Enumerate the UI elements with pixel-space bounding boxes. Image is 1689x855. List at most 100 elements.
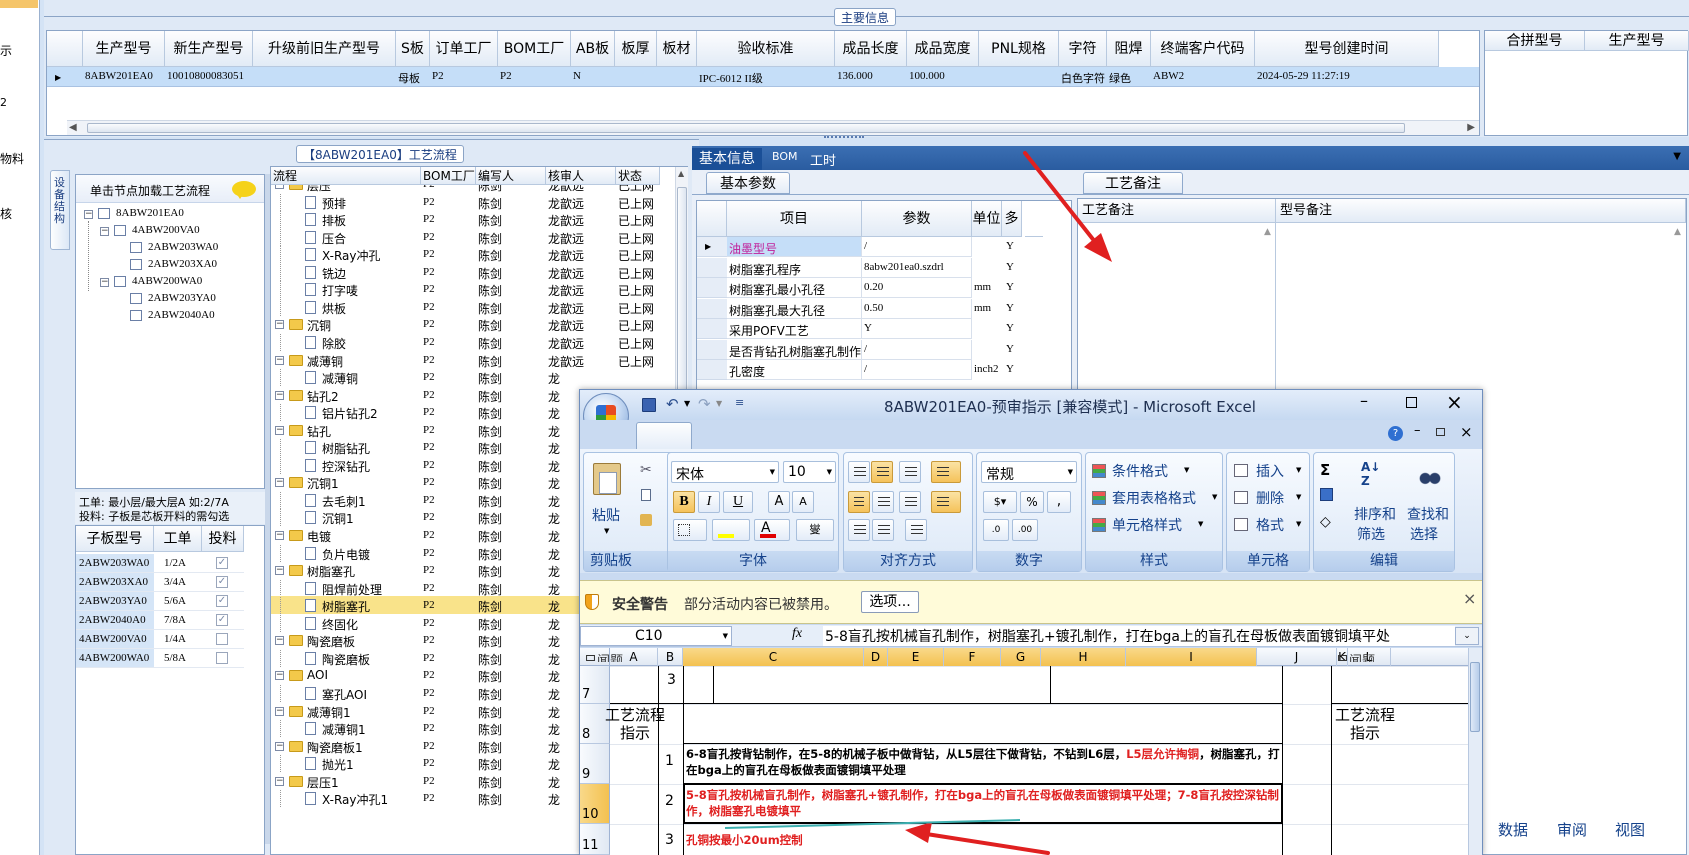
row-header[interactable]: [697, 298, 727, 319]
collapse-icon[interactable]: −: [275, 531, 284, 540]
column-header[interactable]: E: [888, 648, 944, 666]
close-icon[interactable]: ×: [1463, 589, 1476, 608]
column-header[interactable]: 生产型号: [1585, 31, 1689, 51]
ribbon-tab[interactable]: 审阅: [1557, 819, 1587, 840]
align-left-button[interactable]: [848, 491, 870, 513]
sort-filter-label[interactable]: 排序和: [1354, 504, 1396, 524]
format-painter-icon[interactable]: [640, 514, 652, 526]
ribbon-tab[interactable]: 数据: [1498, 819, 1528, 840]
param-item-cell[interactable]: 是否背钻孔树脂塞孔制作: [727, 339, 862, 360]
row-header[interactable]: [697, 257, 727, 278]
feed-checkbox[interactable]: ✓: [216, 595, 228, 607]
save-icon[interactable]: [642, 398, 656, 412]
column-header[interactable]: 投料: [202, 526, 244, 552]
increase-font-button[interactable]: A: [768, 491, 790, 513]
font-size-select[interactable]: 10 ▼: [783, 461, 836, 483]
tree-node[interactable]: 8ABW201EA0: [116, 207, 184, 219]
collapse-icon[interactable]: −: [100, 278, 109, 287]
increase-indent-button[interactable]: [872, 519, 894, 541]
cell-b7[interactable]: 3: [667, 672, 676, 688]
collapse-icon[interactable]: −: [275, 636, 284, 646]
column-header[interactable]: 升级前旧生产型号: [253, 31, 396, 67]
increase-decimal-button[interactable]: .0: [983, 519, 1009, 541]
collapse-icon[interactable]: −: [275, 425, 284, 435]
currency-button[interactable]: $▾: [983, 491, 1017, 513]
flow-row[interactable]: −层压P2陈剑龙歆远已上网: [271, 185, 675, 193]
column-header[interactable]: 验收标准: [697, 31, 835, 67]
column-header[interactable]: 合拼型号: [1485, 31, 1585, 51]
column-header[interactable]: J: [1257, 648, 1337, 666]
style-button[interactable]: 单元格样式: [1112, 515, 1182, 535]
redo-icon[interactable]: ↷: [698, 395, 711, 413]
chevron-down-icon[interactable]: ▼: [1296, 493, 1301, 501]
sort-filter-icon[interactable]: A↓ Z: [1361, 460, 1389, 492]
align-top-button[interactable]: [848, 461, 870, 483]
number-format-select[interactable]: 常规 ▼: [981, 461, 1077, 483]
expand-formula-icon[interactable]: ⌄: [1455, 627, 1479, 645]
flow-row[interactable]: − 减薄铜 P2 陈剑 龙歆远 已上网: [271, 352, 675, 369]
row-header[interactable]: [697, 339, 727, 360]
left-nav-item[interactable]: 物料: [0, 150, 24, 167]
decrease-indent-button[interactable]: [848, 519, 870, 541]
row-header[interactable]: [697, 360, 727, 380]
style-button[interactable]: 套用表格格式: [1112, 488, 1196, 508]
row-header[interactable]: [697, 278, 727, 298]
column-header[interactable]: 新生产型号: [165, 31, 253, 67]
flow-row[interactable]: − 沉铜 P2 陈剑 龙歆远 已上网: [271, 316, 675, 333]
param-item-cell[interactable]: 树脂塞孔最小孔径: [727, 278, 862, 298]
chevron-down-icon[interactable]: ▼: [1184, 466, 1189, 474]
param-item-cell[interactable]: 孔密度: [727, 360, 862, 380]
paste-button[interactable]: 粘贴: [592, 505, 620, 525]
column-header[interactable]: 生产型号: [83, 31, 165, 67]
flow-row[interactable]: 烘板 P2 陈剑 龙歆远 已上网: [271, 298, 675, 316]
comma-button[interactable]: ,: [1047, 491, 1071, 513]
ribbon-close-icon[interactable]: ×: [1460, 423, 1473, 441]
tab-basic-info[interactable]: 基本信息: [692, 148, 762, 170]
row-header[interactable]: 7: [580, 666, 610, 704]
param-item-cell[interactable]: 油墨型号: [727, 237, 862, 257]
column-header[interactable]: S板: [396, 31, 430, 67]
column-header[interactable]: 型号创建时间: [1255, 31, 1439, 67]
border-button[interactable]: [673, 519, 707, 541]
collapse-icon[interactable]: −: [100, 227, 109, 236]
tree-node[interactable]: 2ABW203XA0: [148, 258, 217, 270]
column-header[interactable]: 字符: [1059, 31, 1107, 67]
collapse-icon[interactable]: −: [84, 210, 93, 219]
find-select-label[interactable]: 查找和: [1407, 504, 1449, 524]
column-header[interactable]: 成品宽度: [907, 31, 979, 67]
param-value-cell[interactable]: Y: [862, 319, 972, 339]
copy-icon[interactable]: [641, 489, 651, 501]
collapse-icon[interactable]: −: [275, 478, 284, 488]
chevron-down-icon[interactable]: ▼: [684, 399, 690, 408]
row-header[interactable]: [697, 237, 727, 257]
collapse-icon[interactable]: −: [275, 706, 284, 716]
cells-button[interactable]: 删除: [1256, 488, 1284, 508]
undo-icon[interactable]: ↶: [666, 395, 679, 413]
column-header[interactable]: 子板型号: [76, 526, 154, 552]
fill-icon[interactable]: [1320, 488, 1333, 501]
column-header[interactable]: 参数: [862, 201, 972, 237]
formula-input[interactable]: 5-8盲孔按机械盲孔制作，树脂塞孔+镀孔制作，打在bga上的盲孔在母板做表面镀铜…: [823, 626, 1455, 646]
phonetic-button[interactable]: 燮: [796, 519, 834, 541]
minimize-button[interactable]: –: [1360, 391, 1368, 410]
column-header[interactable]: 订单工厂: [430, 31, 498, 67]
left-nav-item[interactable]: [0, 0, 38, 8]
column-header[interactable]: 流程: [271, 167, 421, 185]
collapse-icon[interactable]: −: [275, 355, 284, 365]
percent-button[interactable]: %: [1020, 491, 1044, 513]
decrease-decimal-button[interactable]: .00: [1012, 519, 1038, 541]
help-icon[interactable]: ?: [1388, 426, 1403, 441]
feed-checkbox[interactable]: [216, 652, 228, 664]
row-header[interactable]: 10: [580, 784, 610, 824]
options-button[interactable]: 选项...: [861, 591, 919, 613]
collapse-icon[interactable]: −: [275, 390, 284, 400]
param-value-cell[interactable]: /: [862, 360, 972, 380]
chevron-down-icon[interactable]: ▼: [716, 399, 722, 408]
horizontal-scrollbar[interactable]: ◀ ▶: [67, 120, 1479, 135]
column-header[interactable]: PNL规格: [979, 31, 1059, 67]
autosum-icon[interactable]: Σ: [1320, 461, 1330, 479]
cell-number[interactable]: 1: [665, 753, 674, 769]
align-center-button[interactable]: [872, 491, 894, 513]
flow-row[interactable]: X-Ray冲孔 P2 陈剑 龙歆远 已上网: [271, 246, 675, 264]
ribbon-tab[interactable]: 视图: [1615, 819, 1645, 840]
